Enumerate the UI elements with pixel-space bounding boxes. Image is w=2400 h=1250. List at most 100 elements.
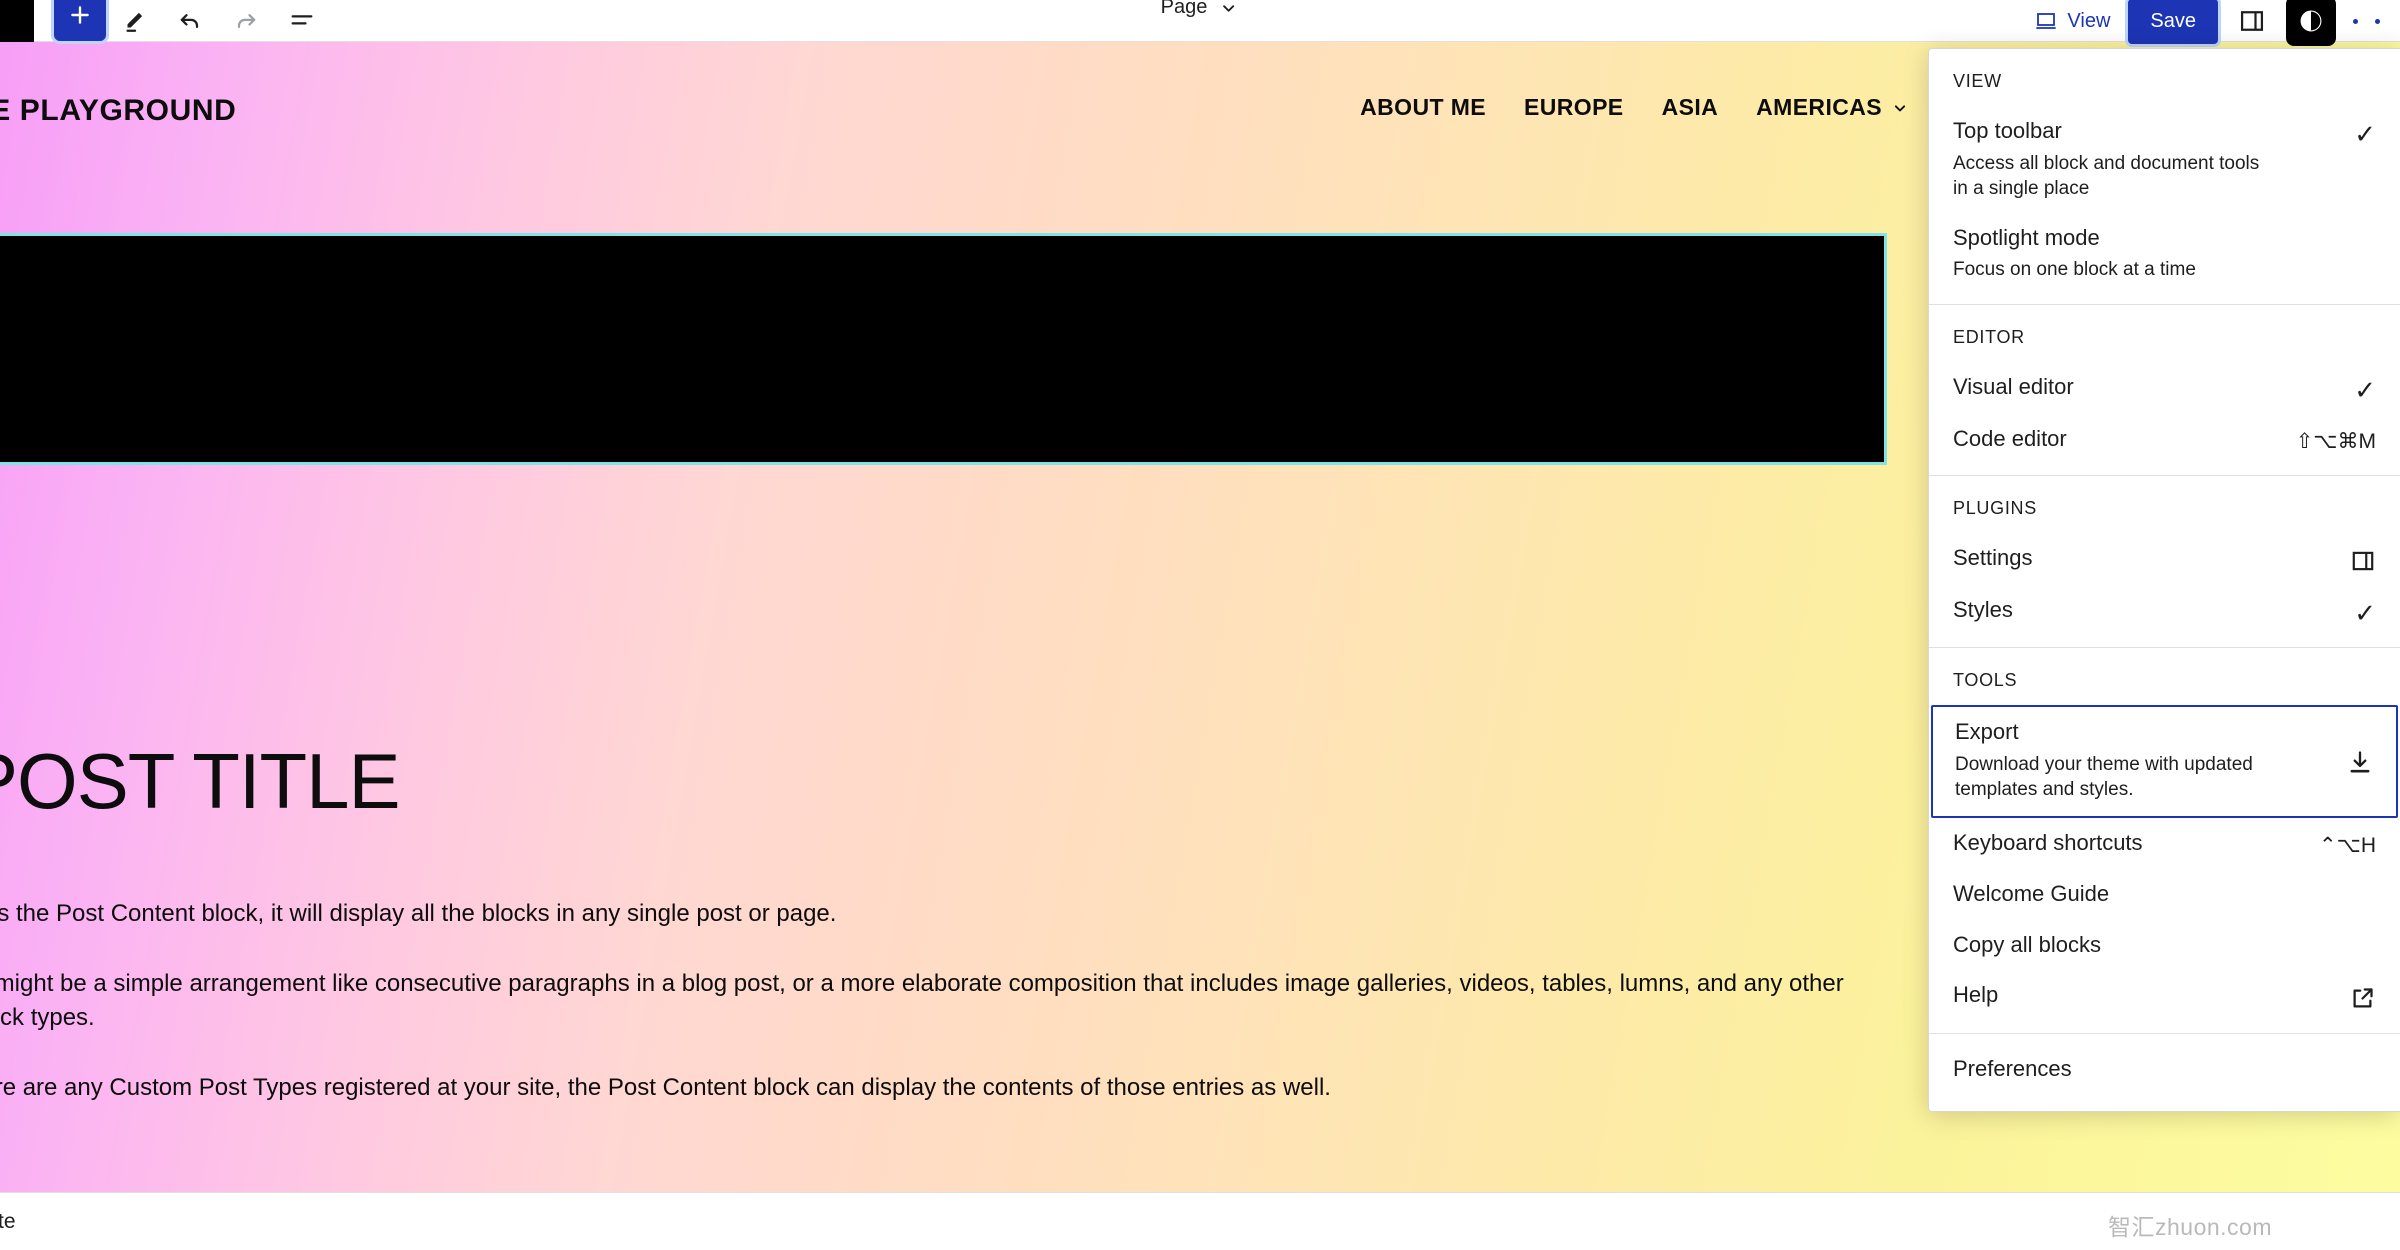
sidebar-icon: [2240, 11, 2264, 31]
kebab-dot-icon: [2352, 18, 2358, 24]
menu-item-preferences[interactable]: Preferences: [1929, 1044, 2400, 1095]
post-content-block[interactable]: is is the Post Content block, it will di…: [0, 897, 1898, 1141]
menu-item-top-toolbar[interactable]: Top toolbar Access all block and documen…: [1929, 106, 2400, 213]
menu-item-title: Styles: [1953, 597, 2013, 623]
menu-item-texts: Keyboard shortcuts: [1953, 829, 2305, 858]
menu-item-code-editor[interactable]: Code editor ⇧⌥⌘M: [1929, 414, 2400, 465]
view-button-label: View: [2067, 9, 2111, 32]
menu-group-tools: TOOLS Export Download your theme with up…: [1929, 647, 2400, 1033]
menu-group-view: VIEW Top toolbar Access all block and do…: [1929, 49, 2400, 304]
add-block-button[interactable]: [54, 0, 106, 41]
save-button[interactable]: Save: [2128, 0, 2218, 44]
menu-item-texts: Code editor: [1953, 425, 2282, 454]
external-link-icon: [2353, 988, 2373, 1008]
options-dropdown-menu: VIEW Top toolbar Access all block and do…: [1928, 48, 2400, 1112]
document-type-label: Page: [1160, 0, 1208, 18]
menu-item-right: [2336, 981, 2376, 1012]
menu-item-right: ⇧⌥⌘M: [2296, 425, 2376, 454]
post-paragraph[interactable]: here are any Custom Post Types registere…: [0, 1071, 1898, 1105]
document-type-switcher[interactable]: Page: [1161, 0, 1240, 19]
cover-image-block[interactable]: [0, 233, 1887, 465]
styles-button[interactable]: [2286, 0, 2336, 46]
menu-item-texts: Settings: [1953, 544, 2322, 573]
menu-item-title: Visual editor: [1953, 374, 2074, 400]
redo-button[interactable]: [218, 0, 274, 42]
menu-item-right: [2336, 931, 2376, 935]
menu-group-label: PLUGINS: [1953, 498, 2037, 519]
nav-label: EUROPE: [1524, 94, 1624, 120]
menu-item-title: Spotlight mode: [1953, 224, 2100, 250]
menu-item-styles[interactable]: Styles ✓: [1929, 585, 2400, 637]
menu-item-right: [2336, 880, 2376, 884]
menu-item-texts: Copy all blocks: [1953, 931, 2322, 960]
site-icon-edge[interactable]: [0, 0, 34, 42]
editor-toolbar: Page View Save: [0, 0, 2400, 46]
menu-item-visual-editor[interactable]: Visual editor ✓: [1929, 362, 2400, 414]
check-icon: ✓: [2354, 598, 2376, 629]
menu-item-settings[interactable]: Settings: [1929, 533, 2400, 585]
undo-button[interactable]: [162, 0, 218, 42]
menu-item-welcome-guide[interactable]: Welcome Guide: [1929, 869, 2400, 920]
menu-item-texts: Styles: [1953, 596, 2322, 625]
menu-item-texts: Top toolbar Access all block and documen…: [1953, 117, 2322, 202]
keyboard-shortcut: ⇧⌥⌘M: [2295, 430, 2376, 454]
menu-item-texts: Preferences: [1953, 1055, 2322, 1084]
preview-icon: [2036, 13, 2057, 29]
styles-half-circle-icon: [2300, 10, 2322, 32]
nav-label: ABOUT ME: [1360, 94, 1487, 120]
menu-item-title: Settings: [1953, 545, 2033, 571]
menu-item-texts: Visual editor: [1953, 373, 2322, 402]
download-icon: [2350, 750, 2370, 772]
template-status-label: plate: [0, 1209, 16, 1233]
menu-item-export[interactable]: Export Download your theme with updated …: [1931, 705, 2398, 818]
menu-group-editor: EDITOR Visual editor ✓ Code editor ⇧⌥⌘M: [1929, 304, 2400, 475]
nav-label: AMERICAS: [1756, 94, 1882, 120]
menu-item-description: Access all block and document tools in a…: [1953, 152, 2260, 200]
post-title[interactable]: POST TITLE: [0, 742, 401, 820]
menu-group-label: VIEW: [1953, 71, 2002, 91]
menu-item-title: Code editor: [1953, 426, 2067, 452]
sidebar-icon: [2352, 551, 2374, 571]
chevron-down-icon: [1894, 104, 1906, 111]
check-icon: ✓: [2354, 119, 2376, 149]
kebab-dot-icon: [2374, 18, 2380, 24]
post-paragraph[interactable]: is is the Post Content block, it will di…: [0, 897, 1898, 931]
menu-item-right: ⌃⌥H: [2319, 829, 2376, 858]
menu-item-help[interactable]: Help: [1929, 970, 2400, 1023]
menu-item-title: Keyboard shortcuts: [1953, 829, 2143, 855]
menu-group-label: EDITOR: [1953, 327, 2025, 348]
menu-item-right: [2336, 1055, 2376, 1059]
nav-item-europe[interactable]: EUROPE: [1524, 94, 1624, 121]
editor-status-bar: plate: [0, 1192, 2400, 1250]
menu-group-label: TOOLS: [1953, 670, 2018, 691]
keyboard-shortcut: ⌃⌥H: [2319, 833, 2376, 857]
nav-label: ASIA: [1661, 94, 1719, 120]
menu-item-copy-all-blocks[interactable]: Copy all blocks: [1929, 920, 2400, 971]
menu-group-preferences: Preferences: [1929, 1033, 2400, 1111]
menu-item-texts: Spotlight mode Focus on one block at a t…: [1953, 224, 2322, 283]
menu-item-keyboard-shortcuts[interactable]: Keyboard shortcuts ⌃⌥H: [1929, 818, 2400, 869]
nav-item-asia[interactable]: ASIA: [1662, 94, 1719, 121]
menu-item-title: Welcome Guide: [1953, 880, 2110, 906]
menu-group-plugins: PLUGINS Settings Styles ✓: [1929, 475, 2400, 647]
post-paragraph[interactable]: at might be a simple arrangement like co…: [0, 967, 1898, 1035]
menu-item-right: ✓: [2336, 596, 2376, 626]
settings-panel-button[interactable]: [2226, 0, 2278, 45]
menu-item-title: Help: [1953, 982, 1999, 1008]
menu-item-texts: Help: [1953, 981, 2322, 1010]
view-button[interactable]: View: [2024, 3, 2120, 39]
menu-item-texts: Welcome Guide: [1953, 880, 2322, 909]
menu-item-spotlight-mode[interactable]: Spotlight mode Focus on one block at a t…: [1929, 213, 2400, 294]
nav-item-americas[interactable]: AMERICAS: [1756, 94, 1910, 121]
options-menu-button[interactable]: [2344, 0, 2388, 45]
toolbar-left-group: [0, 0, 330, 42]
site-title[interactable]: HE PLAYGROUND: [0, 94, 236, 128]
nav-item-about-me[interactable]: ABOUT ME: [1360, 94, 1486, 121]
document-overview-button[interactable]: [274, 0, 330, 42]
menu-item-title: Top toolbar: [1953, 118, 2062, 143]
site-navigation: ABOUT ME EUROPE ASIA AMERICAS: [1360, 94, 1910, 121]
tools-pencil-icon[interactable]: [106, 0, 162, 42]
menu-item-right: ✓: [2336, 117, 2376, 147]
menu-item-right: [2336, 224, 2376, 228]
menu-item-title: Copy all blocks: [1953, 931, 2101, 957]
